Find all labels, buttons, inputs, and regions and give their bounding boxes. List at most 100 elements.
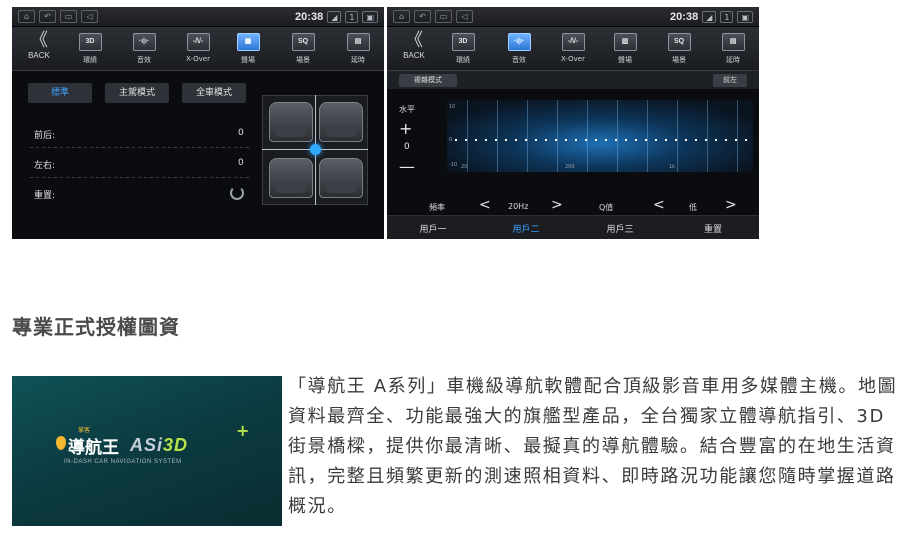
recent-apps-icon[interactable]: ▭ bbox=[435, 10, 452, 23]
freq-next-button[interactable]: > bbox=[551, 197, 563, 213]
eq-band-points[interactable] bbox=[455, 139, 753, 141]
sub-bar: 複雜模式 前左 bbox=[387, 71, 759, 89]
grid-line bbox=[737, 100, 738, 172]
tool-scene[interactable]: SQ 場景 bbox=[659, 33, 699, 65]
tool-crossover[interactable]: -/\/- X-Over bbox=[178, 33, 218, 63]
brand-subtitle: IN-DASH CAR NAVIGATION SYSTEM bbox=[64, 459, 182, 465]
tool-scene[interactable]: SQ 場景 bbox=[283, 33, 323, 65]
tool-delay[interactable]: ▤ 延時 bbox=[338, 33, 378, 65]
section-heading: 專業正式授權圖資 bbox=[12, 315, 180, 339]
mode-all-car-button[interactable]: 全車模式 bbox=[182, 83, 246, 103]
q-prev-button[interactable]: < bbox=[653, 197, 665, 213]
sound-field-screenshot: ⌂ ↶ ▭ ◁ 20:38 ◢ 1 ▣ 《 BACK 3D 環繞 ·ı|ı· 音效 … bbox=[12, 7, 384, 239]
audio-toolbar: 《 BACK 3D 環繞 ·ı|ı· 音效 -/\/- X-Over ▦ 聲場 SQ 場景… bbox=[12, 27, 384, 71]
grid-line bbox=[677, 100, 678, 172]
level-label: 水平 bbox=[399, 105, 415, 114]
eq-curve-graph[interactable]: 10 0 -10 20 200 1k bbox=[447, 100, 753, 172]
left-right-value: 0 bbox=[238, 158, 244, 168]
y-tick: -10 bbox=[449, 162, 458, 168]
recent-apps-icon[interactable]: ▭ bbox=[60, 10, 77, 23]
status-bar: ⌂ ↶ ▭ ◁ 20:38 ◢ 1 ▣ bbox=[12, 7, 384, 27]
scene-icon: SQ bbox=[291, 33, 315, 51]
tool-sound-field[interactable]: ▦ 聲場 bbox=[228, 33, 268, 65]
reset-icon[interactable] bbox=[230, 186, 244, 200]
equalizer-icon: ·ı|ı· bbox=[507, 33, 531, 51]
sound-field-icon: ▥ bbox=[613, 33, 637, 51]
status-time: 20:38 bbox=[295, 10, 324, 23]
tool-label: 聲場 bbox=[241, 56, 255, 64]
status-time: 20:38 bbox=[670, 10, 699, 23]
back-label: BACK bbox=[403, 51, 425, 60]
home-icon[interactable]: ⌂ bbox=[18, 10, 35, 23]
user-2-button[interactable]: 用戶二 bbox=[501, 222, 551, 235]
mode-driver-button[interactable]: 主駕模式 bbox=[105, 83, 169, 103]
back-button[interactable]: 《 BACK bbox=[391, 30, 437, 61]
tool-label: X-Over bbox=[185, 55, 210, 63]
seat-front-left bbox=[269, 102, 313, 142]
tool-label: 音效 bbox=[512, 56, 526, 64]
window-icon[interactable]: ▣ bbox=[737, 10, 753, 23]
crossover-icon: -/\/- bbox=[186, 33, 210, 51]
tool-surround[interactable]: 3D 環繞 bbox=[443, 33, 483, 65]
tool-label: 場景 bbox=[672, 56, 686, 64]
brand-asi: ASi bbox=[130, 435, 164, 455]
grid-line bbox=[617, 100, 618, 172]
tool-label: 環繞 bbox=[456, 56, 470, 64]
q-label: Q值 bbox=[599, 203, 614, 212]
navking-logo: 掌客 導航王 ASi3D + IN-DASH CAR NAVIGATION SY… bbox=[56, 421, 250, 473]
delay-icon: ▤ bbox=[346, 33, 370, 51]
tool-label: 音效 bbox=[137, 56, 151, 64]
q-value: 低 bbox=[689, 203, 697, 212]
window-icon[interactable]: ▣ bbox=[362, 10, 378, 23]
brand-chinese: 導航王 bbox=[68, 438, 119, 458]
signal-icon: ◢ bbox=[327, 10, 342, 23]
product-description: 「導航王 A系列」車機級導航軟體配合頂級影音車用多媒體主機。地圖資料最齊全、功能… bbox=[288, 376, 898, 517]
tool-label: 延時 bbox=[351, 56, 365, 64]
plus-button[interactable]: + bbox=[399, 119, 412, 138]
user-3-button[interactable]: 用戶三 bbox=[595, 222, 645, 235]
crossover-icon: -/\/- bbox=[561, 33, 585, 51]
tool-crossover[interactable]: -/\/- X-Over bbox=[553, 33, 593, 63]
tool-delay[interactable]: ▤ 延時 bbox=[713, 33, 753, 65]
home-icon[interactable]: ⌂ bbox=[393, 10, 410, 23]
tool-sound-field[interactable]: ▥ 聲場 bbox=[605, 33, 645, 65]
equalizer-icon: ·ı|ı· bbox=[132, 33, 156, 51]
notification-badge: 1 bbox=[345, 10, 359, 23]
tool-surround[interactable]: 3D 環繞 bbox=[70, 33, 110, 65]
frequency-label: 頻率 bbox=[429, 203, 445, 212]
reset-button[interactable]: 重置 bbox=[688, 222, 738, 235]
x-tick: 20 bbox=[461, 164, 468, 170]
user-preset-bar: 用戶一 用戶二 用戶三 重置 bbox=[387, 215, 759, 239]
complex-mode-button[interactable]: 複雜模式 bbox=[399, 74, 457, 87]
back-nav-icon[interactable]: ↶ bbox=[39, 10, 56, 23]
grid-line bbox=[497, 100, 498, 172]
balance-handle[interactable] bbox=[310, 144, 321, 155]
front-back-value: 0 bbox=[238, 128, 244, 138]
q-next-button[interactable]: > bbox=[725, 197, 737, 213]
minus-button[interactable]: — bbox=[399, 157, 415, 176]
surround-icon: 3D bbox=[78, 33, 102, 51]
zero-label: 0 bbox=[404, 142, 410, 152]
mode-standard-button[interactable]: 標準 bbox=[28, 83, 92, 103]
tool-label: X-Over bbox=[560, 55, 585, 63]
grid-line bbox=[647, 100, 648, 172]
surround-icon: 3D bbox=[451, 33, 475, 51]
tool-sound-effect[interactable]: ·ı|ı· 音效 bbox=[124, 33, 164, 65]
user-1-button[interactable]: 用戶一 bbox=[408, 222, 458, 235]
back-button[interactable]: 《 BACK bbox=[16, 31, 62, 61]
tool-sound-effect[interactable]: ·ı|ı· 音效 bbox=[499, 33, 539, 65]
row-divider bbox=[30, 147, 250, 148]
tool-label: 聲場 bbox=[618, 56, 632, 64]
freq-prev-button[interactable]: < bbox=[479, 197, 491, 213]
brand-english: ASi3D bbox=[130, 435, 188, 456]
delay-icon: ▤ bbox=[721, 33, 745, 51]
back-nav-icon[interactable]: ↶ bbox=[414, 10, 431, 23]
chevron-left-icon: 《 bbox=[405, 30, 423, 51]
audio-toolbar: 《 BACK 3D 環繞 ·ı|ı· 音效 -/\/- X-Over ▥ 聲場 SQ 場景… bbox=[387, 27, 759, 71]
tool-label: 延時 bbox=[726, 56, 740, 64]
volume-icon[interactable]: ◁ bbox=[456, 10, 473, 23]
front-left-button[interactable]: 前左 bbox=[713, 74, 747, 87]
grid-line bbox=[467, 100, 468, 172]
volume-icon[interactable]: ◁ bbox=[81, 10, 98, 23]
back-label: BACK bbox=[28, 51, 50, 60]
